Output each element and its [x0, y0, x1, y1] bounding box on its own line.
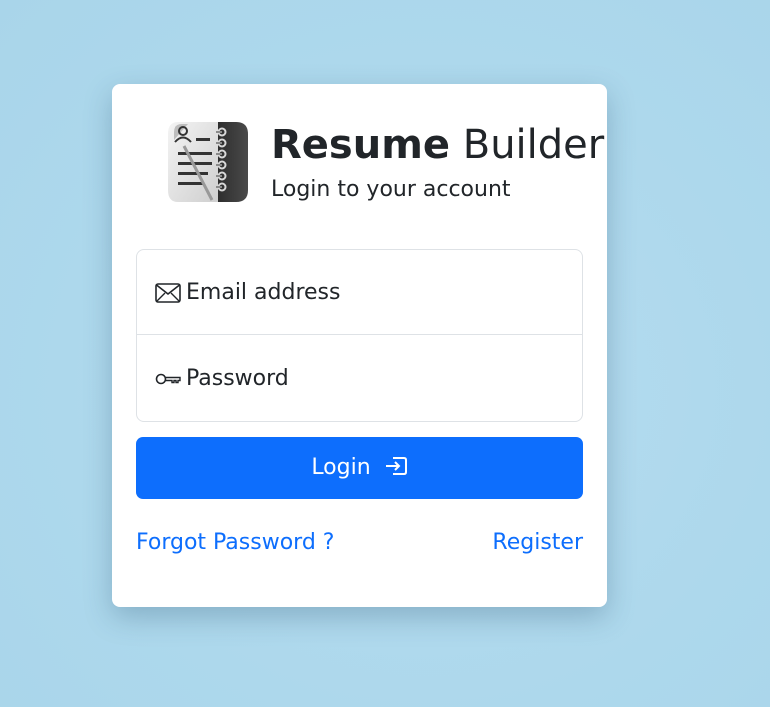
login-button-label: Login	[311, 455, 371, 480]
email-field-label: Email address	[186, 280, 341, 305]
box-arrow-in-right-icon	[385, 457, 407, 475]
app-title-light: Builder	[462, 122, 605, 168]
password-field[interactable]: Password	[137, 336, 582, 421]
email-field[interactable]: Email address	[137, 250, 582, 335]
key-icon	[155, 373, 181, 385]
page-subtitle: Login to your account	[271, 177, 511, 202]
login-form-fields: Email address Password	[136, 249, 583, 422]
forgot-password-link[interactable]: Forgot Password ?	[136, 529, 334, 557]
login-button[interactable]: Login	[136, 437, 583, 499]
app-title-bold: Resume	[271, 122, 451, 168]
app-title: Resume Builder	[271, 122, 604, 168]
register-link[interactable]: Register	[492, 529, 583, 557]
envelope-icon	[155, 283, 181, 303]
login-card: Resume Builder Login to your account Ema…	[112, 84, 607, 607]
password-field-label: Password	[186, 366, 289, 391]
resume-notebook-icon	[168, 122, 248, 202]
brand-header: Resume Builder Login to your account	[166, 120, 604, 210]
